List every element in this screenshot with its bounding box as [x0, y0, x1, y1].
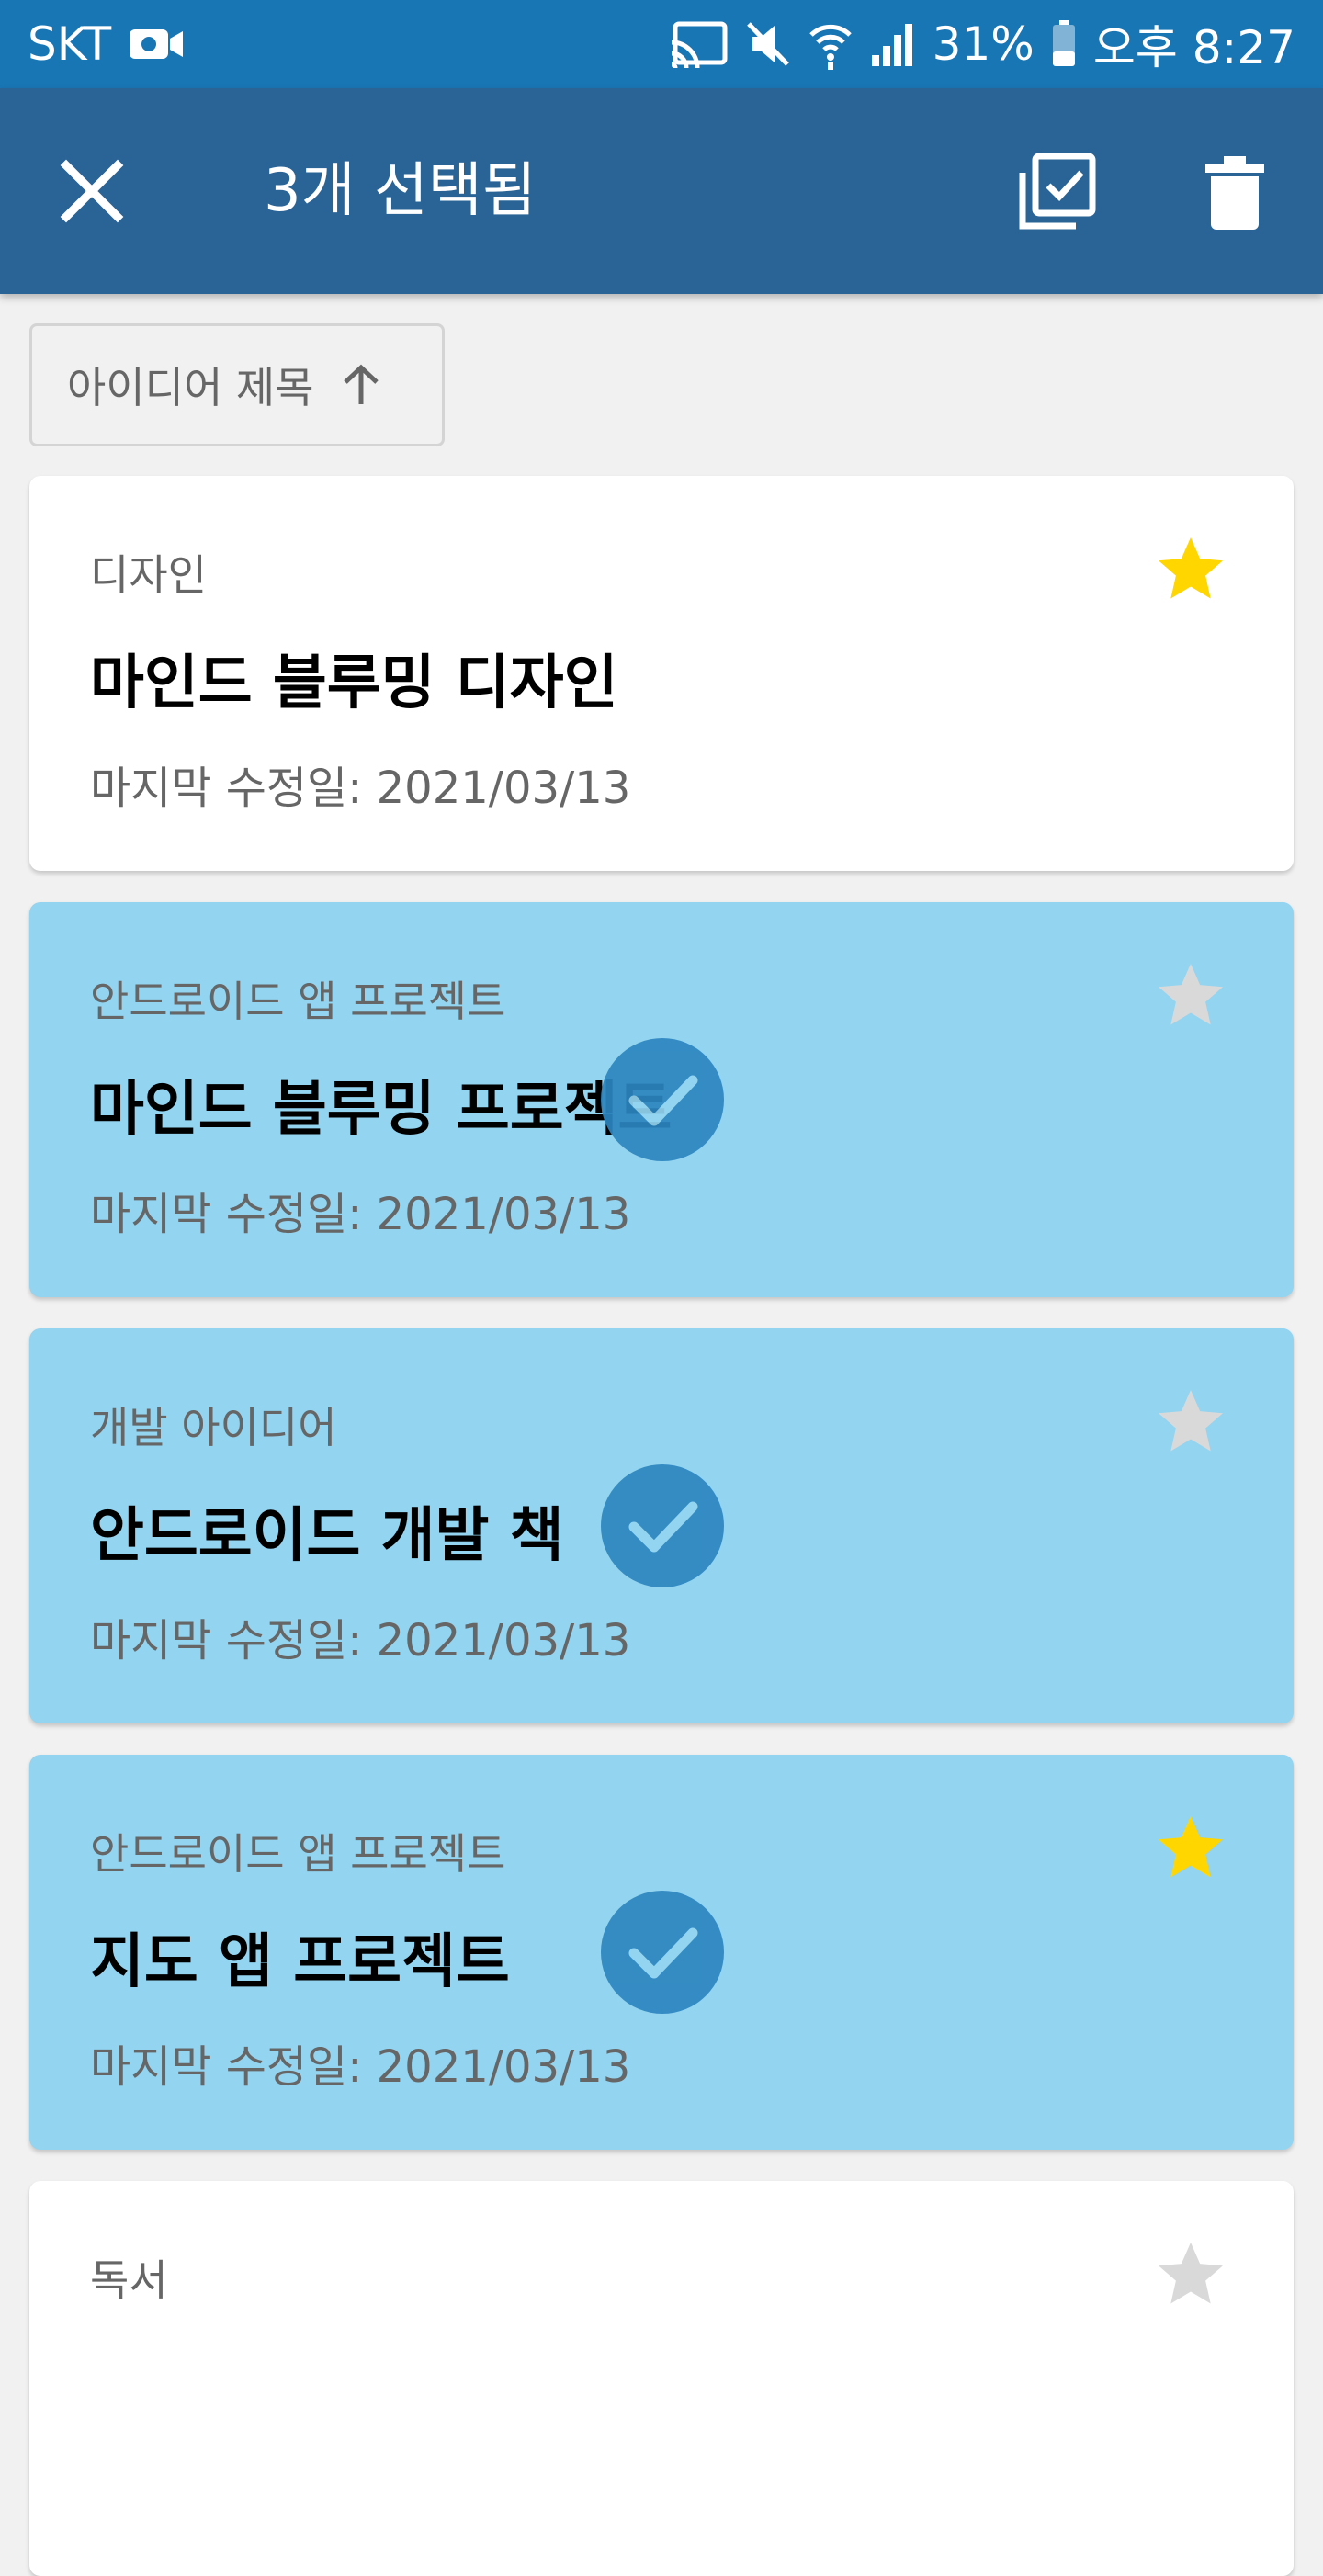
selected-check-badge — [601, 1464, 724, 1587]
idea-category: 디자인 — [90, 550, 207, 600]
idea-category: 독서 — [90, 2255, 168, 2305]
selected-check-badge — [601, 1038, 724, 1161]
carrier-label: SKT — [28, 17, 112, 71]
status-bar: SKT 31% 오후 8:27 — [0, 0, 1323, 88]
sort-by-title-button[interactable]: 아이디어 제목 — [29, 323, 445, 446]
idea-modified-date: 마지막 수정일: 2021/03/13 — [90, 763, 631, 814]
signal-icon — [870, 20, 916, 68]
selection-toolbar: 3개 선택됨 — [0, 88, 1323, 294]
star-outline-icon[interactable] — [1152, 2236, 1229, 2313]
idea-title: 안드로이드 개발 책 — [90, 1502, 564, 1570]
idea-card[interactable]: 개발 아이디어 안드로이드 개발 책 마지막 수정일: 2021/03/13 — [29, 1328, 1294, 1723]
selection-count-title: 3개 선택됨 — [264, 157, 537, 225]
idea-title: 마인드 블루밍 디자인 — [90, 650, 618, 717]
select-all-button[interactable] — [1015, 151, 1098, 233]
idea-modified-date: 마지막 수정일: 2021/03/13 — [90, 2041, 631, 2093]
check-icon — [628, 1075, 698, 1126]
star-outline-icon[interactable] — [1152, 1384, 1229, 1461]
arrow-up-icon — [343, 364, 379, 404]
mute-icon — [745, 18, 791, 70]
check-icon — [628, 1927, 698, 1979]
idea-card[interactable]: 안드로이드 앱 프로젝트 마인드 블루밍 프로젝트 마지막 수정일: 2021/… — [29, 902, 1294, 1297]
star-outline-icon[interactable] — [1152, 957, 1229, 1034]
idea-modified-date: 마지막 수정일: 2021/03/13 — [90, 1189, 631, 1240]
battery-percent: 31% — [932, 17, 1035, 71]
star-icon[interactable] — [1152, 1810, 1229, 1887]
idea-card[interactable]: 독서 — [29, 2181, 1294, 2576]
cast-icon — [668, 18, 729, 70]
idea-modified-date: 마지막 수정일: 2021/03/13 — [90, 1615, 631, 1666]
idea-title: 지도 앱 프로젝트 — [90, 1928, 510, 1996]
clock: 오후 8:27 — [1092, 21, 1295, 74]
select-all-icon — [1019, 153, 1096, 230]
video-call-icon — [128, 26, 185, 62]
battery-icon — [1051, 20, 1077, 68]
star-icon[interactable] — [1152, 531, 1229, 608]
close-selection-button[interactable] — [55, 154, 129, 228]
idea-category: 안드로이드 앱 프로젝트 — [90, 1829, 506, 1879]
delete-button[interactable] — [1202, 154, 1268, 232]
close-icon — [60, 159, 124, 223]
trash-icon — [1205, 156, 1264, 230]
idea-category: 개발 아이디어 — [90, 1403, 337, 1452]
wifi-icon — [808, 18, 854, 70]
idea-card[interactable]: 안드로이드 앱 프로젝트 지도 앱 프로젝트 마지막 수정일: 2021/03/… — [29, 1755, 1294, 2150]
selected-check-badge — [601, 1891, 724, 2014]
idea-title: 마인드 블루밍 프로젝트 — [90, 1076, 673, 1144]
idea-card[interactable]: 디자인 마인드 블루밍 디자인 마지막 수정일: 2021/03/13 — [29, 476, 1294, 871]
check-icon — [628, 1501, 698, 1553]
sort-label: 아이디어 제목 — [67, 363, 314, 412]
idea-category: 안드로이드 앱 프로젝트 — [90, 977, 506, 1026]
